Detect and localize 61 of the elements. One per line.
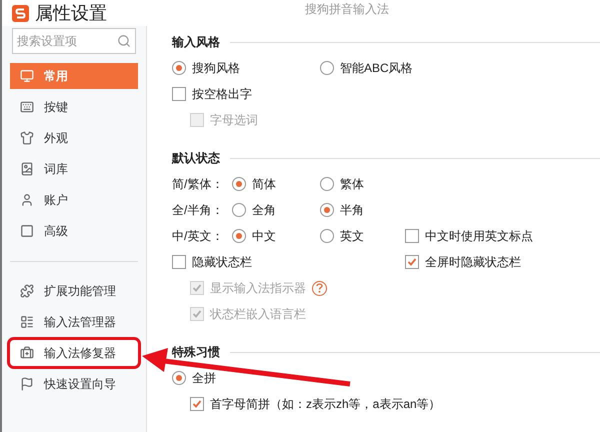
radio-button[interactable] <box>172 371 186 385</box>
book-icon <box>20 162 34 176</box>
option-label: 状态栏嵌入语言栏 <box>210 306 306 323</box>
option-label: 隐藏状态栏 <box>192 254 252 271</box>
option-label: 搜狗风格 <box>192 60 240 77</box>
option-label: 全拼 <box>192 370 216 387</box>
radio-button[interactable] <box>320 229 334 243</box>
option-label: 繁体 <box>340 176 364 193</box>
checkbox[interactable] <box>190 397 204 411</box>
user-icon <box>20 193 34 207</box>
app-logo-icon <box>12 4 29 22</box>
keyboard-icon <box>20 100 34 114</box>
radio-button[interactable] <box>320 177 334 191</box>
nav-item[interactable]: 高级 <box>10 218 138 244</box>
square-icon <box>20 224 34 238</box>
flag-icon <box>20 377 34 391</box>
option-label: 英文 <box>340 228 364 245</box>
nav-item[interactable]: 按键 <box>10 94 138 120</box>
radio-button[interactable] <box>232 203 246 217</box>
search-field[interactable]: 搜索设置项 <box>12 28 136 54</box>
tool-item[interactable]: 快速设置向导 <box>10 371 138 397</box>
radio-button[interactable] <box>320 203 334 217</box>
section-heading: 特殊习惯 <box>172 344 220 361</box>
option-label: 显示输入法指示器 <box>210 280 306 297</box>
option-label: 字母选词 <box>210 112 258 129</box>
search-icon <box>117 34 131 48</box>
section-heading: 默认状态 <box>172 150 220 167</box>
checkbox[interactable] <box>172 87 186 101</box>
row-label: 简/繁体： <box>172 176 224 193</box>
option-label: 中文 <box>252 228 276 245</box>
tool-item[interactable]: 输入法修复器 <box>10 340 138 366</box>
section-heading: 输入风格 <box>172 34 220 51</box>
radio-button[interactable] <box>232 229 246 243</box>
radio-button[interactable] <box>232 177 246 191</box>
option-label: 全屏时隐藏状态栏 <box>425 254 521 271</box>
nav-item[interactable]: 账户 <box>10 187 138 213</box>
option-label: 半角 <box>340 202 364 219</box>
tool-item[interactable]: 扩展功能管理 <box>10 278 138 304</box>
row-label: 全/半角： <box>172 202 224 219</box>
nav-item[interactable]: 词库 <box>10 156 138 182</box>
checkbox[interactable] <box>172 255 186 269</box>
medical-kit-icon <box>20 346 34 360</box>
option-label: 智能ABC风格 <box>340 60 413 77</box>
window-title: 属性设置 <box>35 2 107 24</box>
option-label: 中文时使用英文标点 <box>425 228 533 245</box>
shirt-icon <box>20 131 34 145</box>
option-label: 简体 <box>252 176 276 193</box>
puzzle-icon <box>20 284 34 298</box>
option-label: 按空格出字 <box>192 86 252 103</box>
nav-item[interactable]: 外观 <box>10 125 138 151</box>
tool-item[interactable]: 输入法管理器 <box>10 309 138 335</box>
option-label: 首字母简拼（如：z表示zh等，a表示an等） <box>210 396 441 413</box>
radio-button[interactable] <box>172 61 186 75</box>
checkbox[interactable] <box>405 229 419 243</box>
list-icon <box>20 315 34 329</box>
checkbox[interactable] <box>405 255 419 269</box>
row-label: 中/英文： <box>172 228 224 245</box>
option-label: 全角 <box>252 202 276 219</box>
app-name: 搜狗拼音输入法 <box>305 1 389 18</box>
radio-button[interactable] <box>320 61 334 75</box>
monitor-icon <box>20 69 34 83</box>
